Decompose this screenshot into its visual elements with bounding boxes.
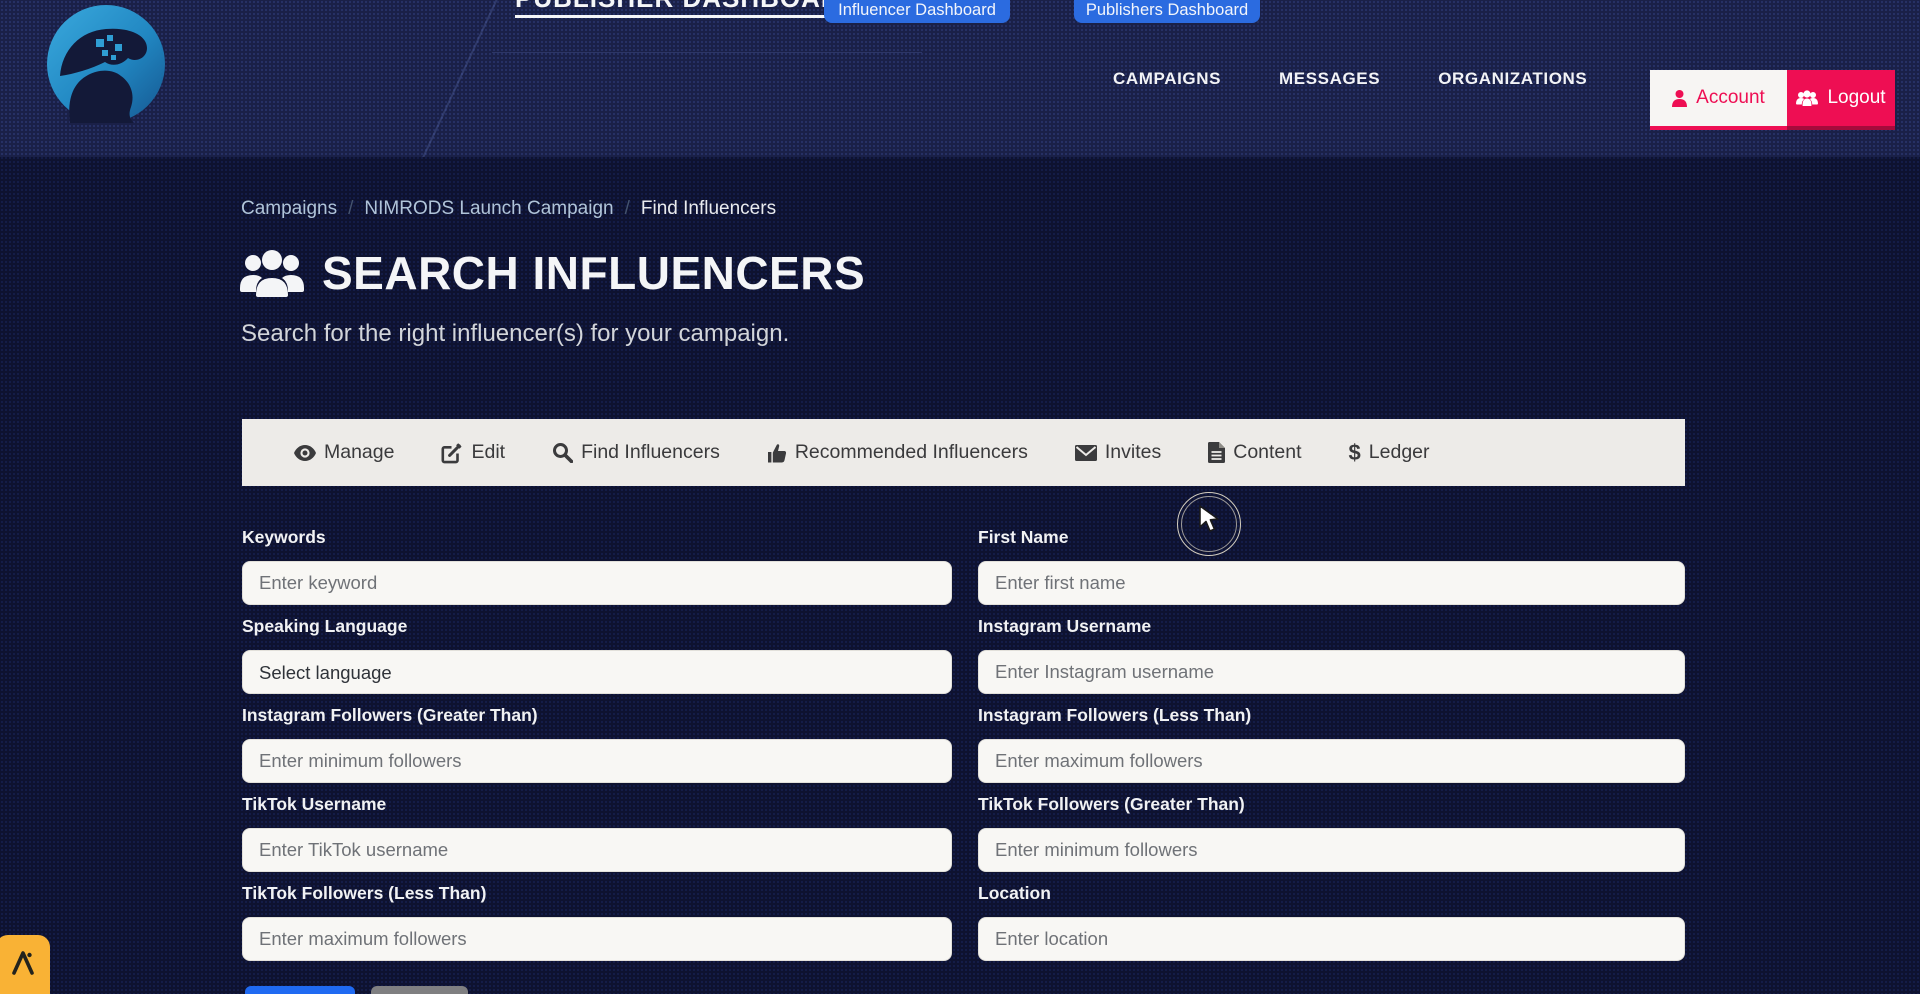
tab-manage[interactable]: Manage bbox=[294, 441, 394, 464]
field-label-location: Location bbox=[978, 883, 1685, 903]
field-label-instagram-username: Instagram Username bbox=[978, 616, 1685, 636]
tab-label: Recommended Influencers bbox=[795, 441, 1028, 464]
tab-label: Manage bbox=[324, 441, 394, 464]
dollar-icon: $ bbox=[1349, 440, 1361, 466]
user-icon bbox=[1672, 90, 1687, 107]
page: PUBLISHER DASHBOARD Influencer Dashboard… bbox=[0, 0, 1920, 994]
keywords-input[interactable] bbox=[242, 561, 952, 605]
breadcrumb-campaign-name[interactable]: NIMRODS Launch Campaign bbox=[364, 198, 613, 220]
campaign-tabbar: Manage Edit Find Influencers bbox=[242, 419, 1685, 486]
form-column-left: Keywords Speaking Language Select langua… bbox=[242, 527, 952, 972]
tab-label: Ledger bbox=[1369, 441, 1430, 464]
first-name-input[interactable] bbox=[978, 561, 1685, 605]
top-navigation-bar: PUBLISHER DASHBOARD Influencer Dashboard… bbox=[0, 0, 1920, 157]
tiktok-followers-max-input[interactable] bbox=[242, 917, 952, 961]
tab-content[interactable]: Content bbox=[1208, 441, 1301, 464]
brand-logo[interactable] bbox=[40, 2, 172, 126]
field-label-tiktok-followers-min: TikTok Followers (Greater Than) bbox=[978, 794, 1685, 814]
dashboard-title-link[interactable]: PUBLISHER DASHBOARD bbox=[515, 0, 860, 18]
speaking-language-select[interactable]: Select language bbox=[242, 650, 952, 694]
breadcrumb: Campaigns / NIMRODS Launch Campaign / Fi… bbox=[241, 198, 776, 220]
document-icon bbox=[1208, 442, 1225, 463]
edit-icon bbox=[441, 442, 463, 464]
thumbs-up-icon bbox=[767, 443, 787, 463]
page-subtitle: Search for the right influencer(s) for y… bbox=[241, 320, 789, 348]
nav-organizations[interactable]: ORGANIZATIONS bbox=[1438, 69, 1587, 89]
instagram-followers-min-input[interactable] bbox=[242, 739, 952, 783]
field-label-ig-followers-max: Instagram Followers (Less Than) bbox=[978, 705, 1685, 725]
breadcrumb-separator: / bbox=[625, 198, 630, 220]
tab-find-influencers[interactable]: Find Influencers bbox=[552, 441, 720, 464]
reset-button-partial[interactable] bbox=[371, 986, 468, 994]
nav-campaigns[interactable]: CAMPAIGNS bbox=[1113, 69, 1221, 89]
breadcrumb-current: Find Influencers bbox=[641, 198, 776, 220]
tiktok-username-input[interactable] bbox=[242, 828, 952, 872]
field-label-ig-followers-min: Instagram Followers (Greater Than) bbox=[242, 705, 952, 725]
nav-messages[interactable]: MESSAGES bbox=[1279, 69, 1380, 89]
decorative-line-diagonal bbox=[419, 0, 499, 157]
location-input[interactable] bbox=[978, 917, 1685, 961]
logout-label: Logout bbox=[1827, 87, 1885, 109]
field-label-first-name: First Name bbox=[978, 527, 1685, 547]
field-label-speaking-language: Speaking Language bbox=[242, 616, 952, 636]
tab-edit[interactable]: Edit bbox=[441, 441, 505, 464]
tab-label: Content bbox=[1233, 441, 1301, 464]
tab-invites[interactable]: Invites bbox=[1075, 441, 1161, 464]
page-heading: SEARCH INFLUENCERS bbox=[240, 246, 865, 300]
field-label-tiktok-username: TikTok Username bbox=[242, 794, 952, 814]
tab-label: Find Influencers bbox=[581, 441, 720, 464]
decorative-line-horizontal bbox=[492, 52, 922, 53]
gamer-head-logo-icon bbox=[40, 2, 172, 126]
logout-button[interactable]: Logout bbox=[1787, 70, 1895, 130]
eye-icon bbox=[294, 445, 316, 461]
tab-label: Edit bbox=[471, 441, 505, 464]
mountain-lambda-icon bbox=[7, 947, 39, 977]
account-button[interactable]: Account bbox=[1650, 70, 1787, 130]
tab-recommended-influencers[interactable]: Recommended Influencers bbox=[767, 441, 1028, 464]
form-column-right: First Name Instagram Username Instagram … bbox=[978, 527, 1685, 972]
instagram-username-input[interactable] bbox=[978, 650, 1685, 694]
field-label-keywords: Keywords bbox=[242, 527, 952, 547]
search-icon bbox=[552, 442, 573, 463]
accessibility-widget-button[interactable] bbox=[0, 935, 50, 994]
envelope-icon bbox=[1075, 445, 1097, 461]
tab-ledger[interactable]: $ Ledger bbox=[1349, 440, 1430, 466]
instagram-followers-max-input[interactable] bbox=[978, 739, 1685, 783]
tab-label: Invites bbox=[1105, 441, 1161, 464]
tiktok-followers-min-input[interactable] bbox=[978, 828, 1685, 872]
influencer-dashboard-button[interactable]: Influencer Dashboard bbox=[824, 0, 1010, 23]
breadcrumb-campaigns[interactable]: Campaigns bbox=[241, 198, 337, 220]
breadcrumb-separator: / bbox=[348, 198, 353, 220]
page-title: SEARCH INFLUENCERS bbox=[322, 246, 865, 300]
account-label: Account bbox=[1696, 87, 1765, 109]
users-group-icon bbox=[240, 247, 304, 299]
main-nav: CAMPAIGNS MESSAGES ORGANIZATIONS bbox=[1113, 0, 1587, 157]
users-icon bbox=[1796, 90, 1818, 106]
submit-button-partial[interactable] bbox=[245, 986, 355, 994]
field-label-tiktok-followers-max: TikTok Followers (Less Than) bbox=[242, 883, 952, 903]
